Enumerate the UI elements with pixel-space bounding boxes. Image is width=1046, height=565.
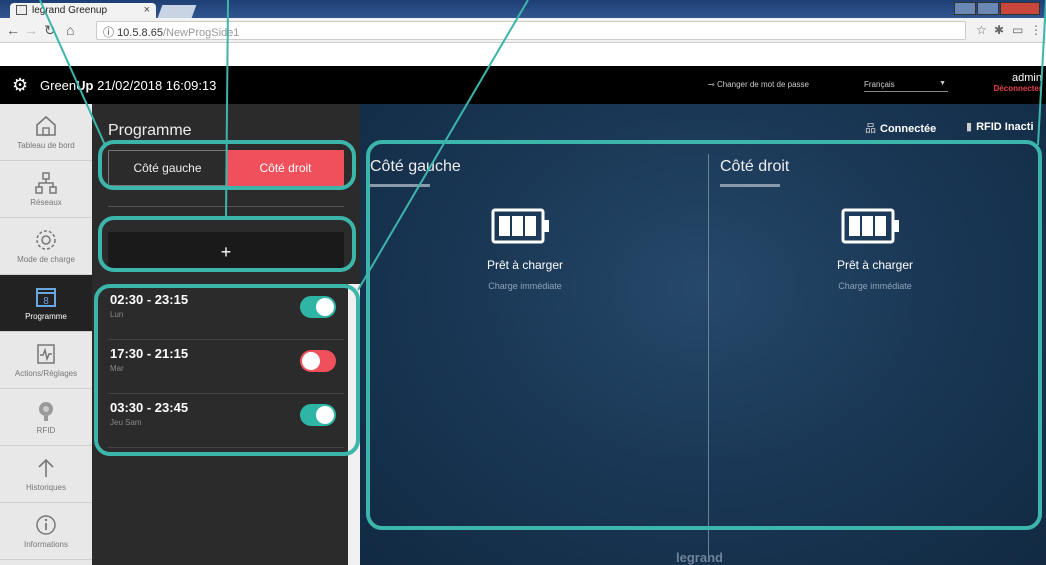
- brand-prefix: Green: [40, 78, 77, 93]
- tab-close-icon[interactable]: ×: [144, 4, 150, 16]
- app-header: ⚙ GreenUp 21/02/2018 16:09:13 ⊸ Changer …: [0, 66, 1046, 104]
- upload-arrow-icon: [38, 458, 54, 477]
- address-bar-row: ← → ↻ ⌂ ⓘ 10.5.8.65/NewProgSide1 ☆ ✱ ▭ ⋮: [0, 18, 1046, 43]
- language-value: Français: [864, 80, 895, 89]
- minimize-button[interactable]: [954, 2, 976, 15]
- header-datetime: 21/02/2018 16:09:13: [97, 78, 217, 93]
- divider: [108, 206, 344, 207]
- change-password-link[interactable]: ⊸ Changer de mot de passe: [708, 80, 809, 89]
- sidebar-item-label: RFID: [36, 426, 56, 435]
- extension-icon[interactable]: ✱: [994, 23, 1004, 37]
- info-icon: [36, 515, 56, 535]
- network-icon: [35, 172, 57, 194]
- favicon-icon: [16, 5, 27, 15]
- home-browser-icon[interactable]: ⌂: [66, 22, 74, 38]
- sidebar-item-label: Historiques: [25, 483, 66, 492]
- home-icon: [36, 115, 56, 136]
- sidebar-item-charge-mode[interactable]: Mode de charge: [0, 218, 92, 275]
- sidebar-item-label: Informations: [23, 540, 69, 549]
- svg-text:8: 8: [43, 296, 49, 307]
- change-password-label: Changer de mot de passe: [716, 80, 809, 89]
- annotation-frame: [98, 216, 356, 272]
- star-icon[interactable]: ☆: [976, 23, 987, 37]
- sidebar-item-dashboard[interactable]: Tableau de bord: [0, 104, 92, 161]
- annotation-frame: [94, 284, 360, 456]
- browser-tab[interactable]: legrand Greenup ×: [10, 3, 156, 18]
- logout-link[interactable]: Déconnecter: [994, 84, 1042, 93]
- sidebar-item-actions[interactable]: Actions/Réglages: [0, 332, 92, 389]
- sidebar-item-label: Actions/Réglages: [14, 369, 78, 378]
- settings-gear-icon[interactable]: ⚙: [12, 75, 28, 96]
- sidebar-item-programme[interactable]: 8 Programme: [0, 275, 92, 332]
- connection-label: Connectée: [880, 123, 937, 135]
- tab-title: legrand Greenup: [32, 5, 108, 16]
- user-menu: admin Déconnecter: [994, 72, 1042, 93]
- browser-tab-bar: legrand Greenup ×: [0, 0, 1046, 18]
- user-name: admin: [1012, 72, 1042, 84]
- brand-bold: Up: [76, 78, 94, 93]
- url-path: /NewProgSide1: [162, 27, 240, 39]
- rfid-icon: ▮: [966, 121, 973, 133]
- rfid-label: RFID Inacti: [976, 121, 1034, 133]
- menu-icon[interactable]: ⋮: [1030, 23, 1042, 37]
- annotation-frame: [98, 140, 356, 190]
- rfid-status: ▮ RFID Inacti: [966, 120, 1034, 133]
- sidebar-item-networks[interactable]: Réseaux: [0, 161, 92, 218]
- maximize-button[interactable]: [977, 2, 999, 15]
- connection-status: 品 Connectée: [865, 120, 936, 136]
- programme-title: Programme: [108, 122, 192, 139]
- sidebar-item-label: Réseaux: [30, 198, 62, 207]
- url-input[interactable]: ⓘ 10.5.8.65/NewProgSide1: [96, 21, 966, 40]
- brand-title: GreenUp 21/02/2018 16:09:13: [40, 78, 216, 93]
- sidebar-item-history[interactable]: Historiques: [0, 446, 92, 503]
- window-controls: [954, 2, 1040, 15]
- legrand-logo: legrand: [676, 550, 723, 565]
- extension-icon[interactable]: ▭: [1012, 23, 1023, 37]
- back-arrow-icon[interactable]: ←: [6, 22, 20, 38]
- calendar-icon: 8: [36, 288, 56, 307]
- sidebar-item-rfid[interactable]: RFID: [0, 389, 92, 446]
- sidebar-item-label: Mode de charge: [17, 255, 75, 264]
- sidebar-item-label: Tableau de bord: [17, 141, 75, 150]
- activity-icon: [37, 344, 55, 364]
- chevron-down-icon: ▼: [939, 80, 946, 87]
- rfid-icon: [39, 402, 53, 421]
- network-icon: 品: [865, 123, 876, 135]
- reload-icon[interactable]: ↻: [44, 22, 56, 39]
- window-close-button[interactable]: [1000, 2, 1040, 15]
- annotation-frame: [366, 140, 1042, 530]
- forward-arrow-icon[interactable]: →: [24, 22, 38, 38]
- gear-icon: [36, 230, 56, 250]
- language-select[interactable]: Français ▼: [864, 80, 948, 92]
- sidebar-nav: Tableau de bord Réseaux Mode de charge 8…: [0, 104, 92, 565]
- url-host: 10.5.8.65: [117, 27, 163, 39]
- sidebar-item-info[interactable]: Informations: [0, 503, 92, 560]
- sidebar-item-label: Programme: [25, 312, 67, 321]
- new-tab-button[interactable]: [157, 5, 197, 18]
